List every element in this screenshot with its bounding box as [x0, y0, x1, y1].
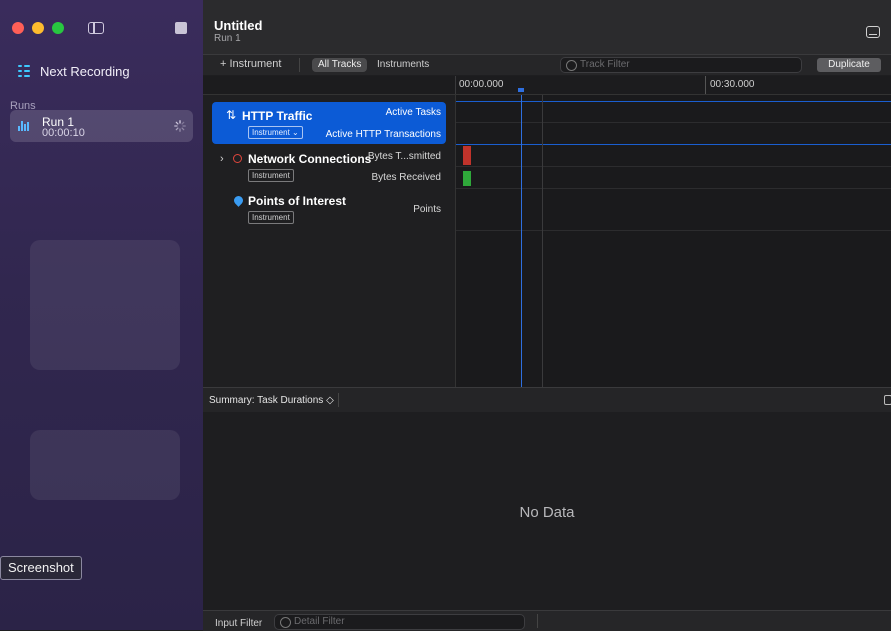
spinner-icon [174, 120, 186, 132]
tick-label-start: 00:00.000 [459, 79, 504, 90]
no-data-text: No Data [519, 504, 575, 521]
bottom-filter-bar: Input Filter Detail Filter [203, 610, 891, 631]
playhead-line[interactable] [521, 95, 522, 387]
ruler-divider [455, 76, 456, 94]
filter-icon [566, 60, 577, 71]
stop-recording-button[interactable] [175, 22, 187, 34]
title-bar: Untitled Run 1 [203, 0, 891, 55]
summary-bar: Summary: Task Durations ◇ [203, 387, 891, 413]
track-filter-input[interactable]: Track Filter [560, 57, 802, 73]
next-recording-item[interactable]: Next Recording [18, 62, 130, 80]
duplicate-button[interactable]: Duplicate [817, 58, 881, 72]
track-network-connections[interactable]: Network Connections [248, 152, 371, 166]
ruler-major-tick [705, 76, 706, 94]
inspection-line [542, 95, 543, 387]
toolbar-divider [299, 58, 300, 72]
detail-filter-input[interactable]: Detail Filter [274, 614, 525, 630]
summary-divider [338, 393, 339, 407]
zoom-window-button[interactable] [52, 22, 64, 34]
bytes-transmitted-mark[interactable] [463, 146, 471, 165]
track-http-traffic[interactable]: ⇅ HTTP Traffic Instrument ⌄ Active Tasks… [212, 102, 446, 144]
input-filter-label[interactable]: Input Filter [215, 618, 262, 629]
instruments-watermark-icon [30, 240, 180, 500]
lane-label: Active HTTP Transactions [325, 129, 441, 140]
lane-label: Points [413, 204, 441, 215]
track-filter-placeholder: Track Filter [580, 59, 630, 70]
disclosure-chevron-icon[interactable]: › [220, 153, 224, 165]
summary-selector[interactable]: Summary: Task Durations ◇ [209, 395, 334, 406]
all-tracks-tab[interactable]: All Tracks [312, 58, 368, 72]
list-icon [18, 65, 30, 77]
tick-label-30s: 00:30.000 [710, 79, 755, 90]
bottom-divider [537, 614, 538, 628]
globe-icon [233, 154, 242, 163]
window-title: Untitled [214, 18, 263, 33]
track-timeline-area[interactable] [456, 95, 891, 387]
bytes-received-mark[interactable] [463, 171, 471, 186]
detail-panel-toggle-icon[interactable] [866, 26, 880, 38]
screenshot-tooltip: Screenshot [0, 556, 82, 580]
extended-detail-icon[interactable] [884, 395, 891, 405]
lane-label: Active Tasks [385, 107, 441, 118]
http-traffic-icon: ⇅ [226, 108, 237, 122]
close-window-button[interactable] [12, 22, 24, 34]
sidebar: Next Recording Runs Run 1 00:00:10 [0, 0, 203, 630]
add-instrument-button[interactable]: + Instrument [220, 58, 281, 70]
run-item[interactable]: Run 1 00:00:10 [10, 110, 193, 142]
detail-area: No Data [203, 412, 891, 610]
bar-chart-icon [18, 121, 30, 131]
instrument-badge[interactable]: Instrument [248, 169, 294, 182]
minimize-window-button[interactable] [32, 22, 44, 34]
track-name: HTTP Traffic [242, 109, 313, 123]
sidebar-toggle-icon[interactable] [88, 22, 104, 34]
lane-label: Bytes Received [371, 172, 441, 183]
filter-icon [280, 617, 291, 628]
playhead-marker[interactable] [518, 88, 524, 92]
instruments-tab[interactable]: Instruments [377, 58, 429, 72]
toolbar: + Instrument All Tracks Instruments Trac… [203, 55, 891, 75]
run-time: 00:00:10 [42, 127, 85, 139]
timeline-ruler[interactable]: 00:00.000 00:30.000 [203, 76, 891, 95]
track-list: ⇅ HTTP Traffic Instrument ⌄ Active Tasks… [203, 95, 456, 387]
window-subtitle: Run 1 [214, 33, 241, 44]
instrument-badge[interactable]: Instrument ⌄ [248, 126, 303, 139]
pin-icon [232, 194, 245, 207]
instrument-badge[interactable]: Instrument [248, 211, 294, 224]
lane-label: Bytes T...smitted [367, 151, 441, 162]
next-recording-label: Next Recording [40, 63, 130, 79]
detail-filter-placeholder: Detail Filter [294, 616, 345, 627]
track-points-of-interest[interactable]: Points of Interest [248, 194, 346, 208]
